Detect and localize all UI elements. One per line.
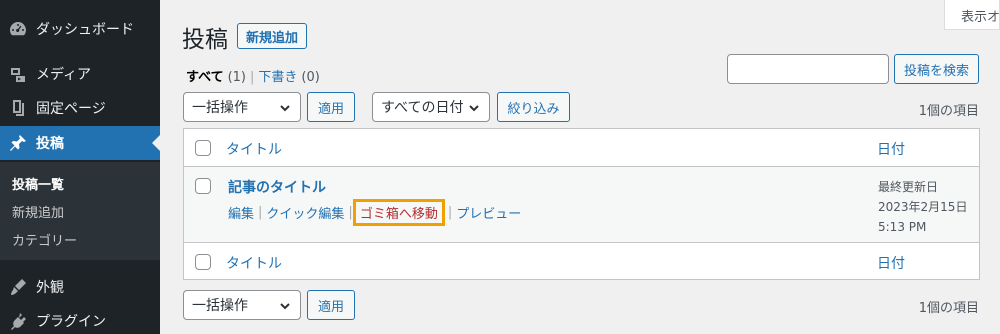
view-drafts-count: (0) [301, 70, 320, 85]
sidebar-item-plugins[interactable]: プラグイン [0, 304, 160, 334]
select-all-checkbox[interactable] [195, 140, 211, 156]
select-all-checkbox-footer[interactable] [195, 254, 211, 270]
chevron-down-icon [278, 299, 292, 313]
table-row: 記事のタイトル 編集 | クイック編集 | ゴミ箱へ移動 | プレビュー 最終更… [184, 167, 979, 242]
sidebar-item-pages[interactable]: 固定ページ [0, 91, 160, 125]
search-posts-button[interactable]: 投稿を検索 [894, 54, 979, 84]
date-cell: 最終更新日 2023年2月15日 5:13 PM [878, 177, 967, 237]
time-value: 5:13 PM [878, 220, 927, 234]
view-drafts-link[interactable]: 下書き [258, 66, 297, 85]
date-filter-value: すべての日付 [381, 100, 464, 116]
submenu-item-add-new[interactable]: 新規追加 [12, 202, 64, 221]
date-filter-select[interactable]: すべての日付 [372, 92, 490, 122]
sidebar-item-label: ダッシュボード [36, 22, 134, 38]
column-title-footer[interactable]: タイトル [226, 253, 282, 273]
plugin-icon [0, 304, 36, 334]
submenu-item-all-posts[interactable]: 投稿一覧 [12, 174, 64, 193]
action-separator: | [258, 205, 263, 220]
media-icon [0, 57, 36, 91]
chevron-down-icon [278, 101, 292, 115]
sidebar-item-dashboard[interactable]: ダッシュボード [0, 12, 160, 46]
table-footer: タイトル 日付 [184, 242, 979, 280]
table-header: タイトル 日付 [184, 129, 979, 167]
page-title: 投稿 [182, 27, 228, 53]
chevron-down-icon [467, 101, 481, 115]
date-status: 最終更新日 [878, 180, 939, 194]
sidebar-item-label: 固定ページ [36, 101, 106, 117]
item-count-bottom: 1個の項目 [918, 301, 979, 316]
pin-icon [0, 126, 36, 160]
add-new-button[interactable]: 新規追加 [237, 23, 307, 49]
bulk-action-select-bottom[interactable]: 一括操作 [183, 290, 301, 320]
preview-link[interactable]: プレビュー [456, 203, 521, 222]
sidebar-item-appearance[interactable]: 外観 [0, 270, 160, 304]
sidebar-item-label: 外観 [36, 280, 64, 296]
action-separator: | [348, 205, 353, 220]
apply-button[interactable]: 適用 [307, 92, 355, 122]
post-status-views: すべて (1) | 下書き (0) [186, 66, 320, 85]
view-all-count: (1) [227, 70, 246, 85]
dashboard-icon [0, 12, 36, 46]
appearance-icon [0, 270, 36, 304]
screen-options-tab[interactable]: 表示オ [944, 0, 1000, 30]
column-date-header[interactable]: 日付 [877, 139, 905, 159]
posts-submenu: 投稿一覧 新規追加 カテゴリー [0, 162, 160, 260]
action-separator: | [447, 205, 453, 220]
column-title-header[interactable]: タイトル [226, 139, 282, 159]
submenu-item-categories[interactable]: カテゴリー [12, 230, 77, 249]
edit-link[interactable]: 編集 [228, 203, 254, 222]
view-separator: | [250, 70, 255, 85]
date-value: 2023年2月15日 [878, 200, 968, 214]
item-count: 1個の項目 [918, 104, 979, 119]
filter-button[interactable]: 絞り込み [497, 92, 570, 122]
post-title-link[interactable]: 記事のタイトル [228, 177, 326, 197]
sidebar-item-label: 投稿 [36, 136, 64, 152]
apply-button-bottom[interactable]: 適用 [307, 290, 355, 320]
search-input[interactable] [727, 54, 889, 84]
trash-link[interactable]: ゴミ箱へ移動 [352, 199, 445, 226]
sidebar-item-posts[interactable]: 投稿 [0, 126, 160, 160]
bulk-action-value: 一括操作 [192, 100, 248, 116]
row-checkbox[interactable] [195, 178, 211, 194]
sidebar-item-label: プラグイン [36, 314, 106, 330]
admin-sidebar: ダッシュボード メディア 固定ページ 投稿 投稿一覧 新規追加 カテゴリー 外観… [0, 0, 160, 334]
posts-table: タイトル 日付 記事のタイトル 編集 | クイック編集 | ゴミ箱へ移動 | プ… [183, 128, 980, 280]
bulk-action-value: 一括操作 [192, 298, 248, 314]
view-all-link[interactable]: すべて [186, 66, 224, 85]
sidebar-item-label: メディア [36, 67, 92, 83]
row-actions: 編集 | クイック編集 | ゴミ箱へ移動 | プレビュー [228, 199, 521, 226]
page-icon [0, 91, 36, 125]
column-date-footer[interactable]: 日付 [877, 253, 905, 273]
bulk-action-select[interactable]: 一括操作 [183, 92, 301, 122]
quick-edit-link[interactable]: クイック編集 [266, 203, 344, 222]
sidebar-item-media[interactable]: メディア [0, 57, 160, 91]
